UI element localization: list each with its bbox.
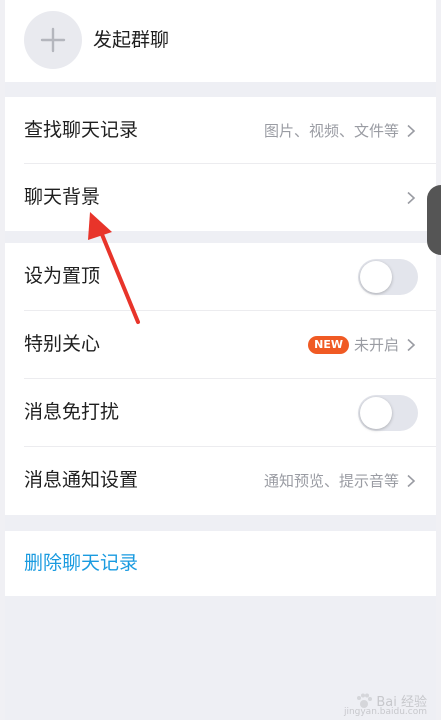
watermark: Bai 经验 jingyan.baidu.com — [344, 691, 427, 717]
chevron-right-icon — [407, 338, 416, 351]
chat-background-label: 聊天背景 — [24, 186, 101, 208]
group-start-chat: 发起群聊 — [5, 0, 436, 82]
watermark-sub: jingyan.baidu.com — [343, 707, 427, 717]
pin-top-toggle[interactable] — [358, 258, 418, 295]
start-group-chat-label: 发起群聊 — [93, 29, 170, 51]
notification-settings-row[interactable]: 消息通知设置 通知预览、提示音等 — [5, 447, 436, 514]
notification-settings-hint: 通知预览、提示音等 — [263, 472, 399, 490]
new-badge: NEW — [308, 335, 349, 354]
plus-icon — [24, 11, 82, 69]
toggle-knob — [360, 260, 392, 293]
delete-history-button[interactable]: 删除聊天记录 — [24, 531, 138, 596]
special-care-row[interactable]: 特别关心 NEW 未开启 — [5, 311, 436, 378]
find-history-label: 查找聊天记录 — [24, 119, 139, 141]
pin-top-label: 设为置顶 — [24, 265, 101, 287]
notification-settings-label: 消息通知设置 — [24, 469, 139, 491]
toggle-knob — [360, 396, 392, 429]
chevron-right-icon — [407, 191, 416, 204]
chat-background-row[interactable]: 聊天背景 — [5, 164, 436, 231]
do-not-disturb-label: 消息免打扰 — [24, 401, 120, 423]
group-history: 查找聊天记录 图片、视频、文件等 聊天背景 — [5, 97, 436, 231]
group-danger: 删除聊天记录 — [5, 531, 436, 596]
find-history-row[interactable]: 查找聊天记录 图片、视频、文件等 — [5, 97, 436, 164]
device-edge — [427, 185, 441, 255]
start-group-chat-row[interactable]: 发起群聊 — [5, 0, 436, 82]
pin-top-row: 设为置顶 — [5, 243, 436, 310]
group-options: 设为置顶 特别关心 NEW 未开启 消息免打扰 消息通知设置 通知预览、提示音等 — [5, 243, 436, 515]
do-not-disturb-toggle[interactable] — [358, 394, 418, 431]
chevron-right-icon — [407, 124, 416, 137]
special-care-status: 未开启 — [353, 336, 399, 354]
do-not-disturb-row: 消息免打扰 — [5, 379, 436, 446]
chevron-right-icon — [407, 474, 416, 487]
find-history-hint: 图片、视频、文件等 — [263, 122, 399, 140]
chat-settings-page: 发起群聊 查找聊天记录 图片、视频、文件等 聊天背景 设为置顶 特别关心 NEW… — [5, 0, 436, 720]
special-care-label: 特别关心 — [24, 333, 101, 355]
